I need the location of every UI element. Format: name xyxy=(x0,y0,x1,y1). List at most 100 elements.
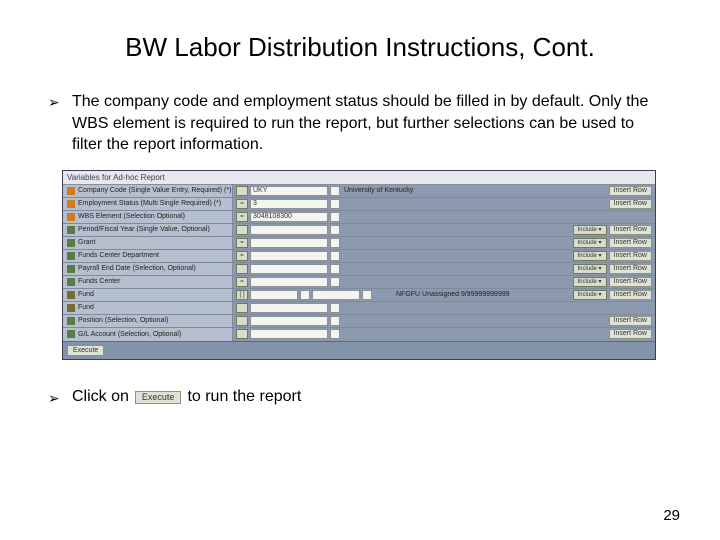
operator-dropdown[interactable]: = xyxy=(236,277,248,287)
row-label-text: Employment Status (Multi Single Required… xyxy=(78,200,221,207)
operator-dropdown[interactable] xyxy=(236,264,248,274)
required-icon xyxy=(67,213,75,221)
value-input[interactable]: 3048108300 xyxy=(250,212,328,222)
value-input[interactable] xyxy=(250,290,298,300)
insert-row-button[interactable]: Insert Row xyxy=(609,277,652,287)
gear-icon xyxy=(67,291,75,299)
lookup-icon[interactable] xyxy=(330,186,340,196)
bullet-arrow-icon: ➢ xyxy=(48,93,62,112)
row-middle xyxy=(233,224,573,236)
row-label: Period/Fiscal Year (Single Value, Option… xyxy=(63,224,233,236)
lookup-icon[interactable] xyxy=(330,212,340,222)
value-input[interactable] xyxy=(250,238,328,248)
execute-button-inline[interactable]: Execute xyxy=(135,391,182,404)
value-input[interactable]: 3 xyxy=(250,199,328,209)
sshot-row: Fund[ ]NFGFU Unassigned 9/99999999999Inc… xyxy=(63,289,655,302)
row-label: Funds Center Department xyxy=(63,250,233,262)
optional-icon xyxy=(67,226,75,234)
optional-icon xyxy=(67,252,75,260)
lookup-icon[interactable] xyxy=(330,303,340,313)
insert-row-button[interactable]: Insert Row xyxy=(609,251,652,261)
lookup-icon[interactable] xyxy=(300,290,310,300)
row-label-text: Payroll End Date (Selection, Optional) xyxy=(78,265,196,272)
required-icon xyxy=(67,187,75,195)
row-middle xyxy=(233,302,652,314)
operator-dropdown[interactable] xyxy=(236,186,248,196)
page-title: BW Labor Distribution Instructions, Cont… xyxy=(0,0,720,91)
operator-dropdown[interactable] xyxy=(236,225,248,235)
operator-dropdown[interactable]: = xyxy=(236,238,248,248)
row-middle: =3048108300 xyxy=(233,211,652,223)
row-right: Insert Row xyxy=(609,315,655,327)
row-label: Fund xyxy=(63,289,233,301)
include-dropdown[interactable]: Include ▾ xyxy=(573,290,607,300)
sshot-row: Payroll End Date (Selection, Optional) In… xyxy=(63,263,655,276)
row-middle: = xyxy=(233,250,573,262)
lookup-icon[interactable] xyxy=(330,238,340,248)
row-label-text: WBS Element (Selection Optional) xyxy=(78,213,185,220)
insert-row-button[interactable]: Insert Row xyxy=(609,238,652,248)
value-input[interactable] xyxy=(250,277,328,287)
sap-screenshot: Variables for Ad-hoc Report Company Code… xyxy=(62,170,656,360)
insert-row-button[interactable]: Insert Row xyxy=(609,199,652,209)
operator-dropdown[interactable]: = xyxy=(236,251,248,261)
lookup-icon[interactable] xyxy=(330,264,340,274)
operator-dropdown[interactable] xyxy=(236,316,248,326)
lookup-icon[interactable] xyxy=(330,199,340,209)
bullet-2-suffix: to run the report xyxy=(187,388,301,406)
lookup-icon[interactable] xyxy=(330,316,340,326)
insert-row-button[interactable]: Insert Row xyxy=(609,186,652,196)
lookup-icon[interactable] xyxy=(330,225,340,235)
sshot-row: Funds Center= Include ▾Insert Row xyxy=(63,276,655,289)
sshot-row: Employment Status (Multi Single Required… xyxy=(63,198,655,211)
lookup-icon[interactable] xyxy=(330,277,340,287)
insert-row-button[interactable]: Insert Row xyxy=(609,225,652,235)
value-input[interactable] xyxy=(250,264,328,274)
insert-row-button[interactable]: Insert Row xyxy=(609,290,652,300)
bullet-2: ➢ Click on Execute to run the report xyxy=(0,388,720,407)
row-right: Insert Row xyxy=(609,198,655,210)
value-input[interactable] xyxy=(250,329,328,339)
row-label: Funds Center xyxy=(63,276,233,288)
value-description: University of Kentucky xyxy=(342,187,413,194)
insert-row-button[interactable]: Insert Row xyxy=(609,264,652,274)
operator-dropdown[interactable] xyxy=(236,303,248,313)
operator-dropdown[interactable]: = xyxy=(236,199,248,209)
sshot-footer: Execute xyxy=(63,341,655,359)
row-right: Insert Row xyxy=(609,328,655,341)
page-number: 29 xyxy=(663,507,680,524)
row-label: Fund xyxy=(63,302,233,314)
lookup-icon[interactable] xyxy=(362,290,372,300)
row-right: Include ▾Insert Row xyxy=(573,250,655,262)
sshot-row: G/L Account (Selection, Optional) Insert … xyxy=(63,328,655,341)
include-dropdown[interactable]: Include ▾ xyxy=(573,225,607,235)
row-label: Employment Status (Multi Single Required… xyxy=(63,198,233,210)
value-input[interactable] xyxy=(250,251,328,261)
row-label-text: G/L Account (Selection, Optional) xyxy=(78,331,181,338)
include-dropdown[interactable]: Include ▾ xyxy=(573,264,607,274)
value-input-2[interactable] xyxy=(312,290,360,300)
sshot-row: Funds Center Department= Include ▾Insert … xyxy=(63,250,655,263)
include-dropdown[interactable]: Include ▾ xyxy=(573,238,607,248)
value-input[interactable]: UKY xyxy=(250,186,328,196)
bullet-1: ➢ The company code and employment status… xyxy=(0,91,720,156)
insert-row-button[interactable]: Insert Row xyxy=(609,316,652,326)
row-middle: = xyxy=(233,237,573,249)
operator-dropdown[interactable] xyxy=(236,329,248,339)
include-dropdown[interactable]: Include ▾ xyxy=(573,277,607,287)
sshot-row: Period/Fiscal Year (Single Value, Option… xyxy=(63,224,655,237)
lookup-icon[interactable] xyxy=(330,251,340,261)
value-input[interactable] xyxy=(250,303,328,313)
row-middle xyxy=(233,315,609,327)
value-input[interactable] xyxy=(250,225,328,235)
value-input[interactable] xyxy=(250,316,328,326)
operator-dropdown[interactable]: [ ] xyxy=(236,290,248,300)
sshot-titlebar: Variables for Ad-hoc Report xyxy=(63,171,655,185)
operator-dropdown[interactable]: = xyxy=(236,212,248,222)
row-middle: UKY University of Kentucky xyxy=(233,185,609,197)
lookup-icon[interactable] xyxy=(330,329,340,339)
insert-row-button[interactable]: Insert Row xyxy=(609,329,652,339)
execute-button[interactable]: Execute xyxy=(67,345,104,356)
optional-icon xyxy=(67,330,75,338)
include-dropdown[interactable]: Include ▾ xyxy=(573,251,607,261)
